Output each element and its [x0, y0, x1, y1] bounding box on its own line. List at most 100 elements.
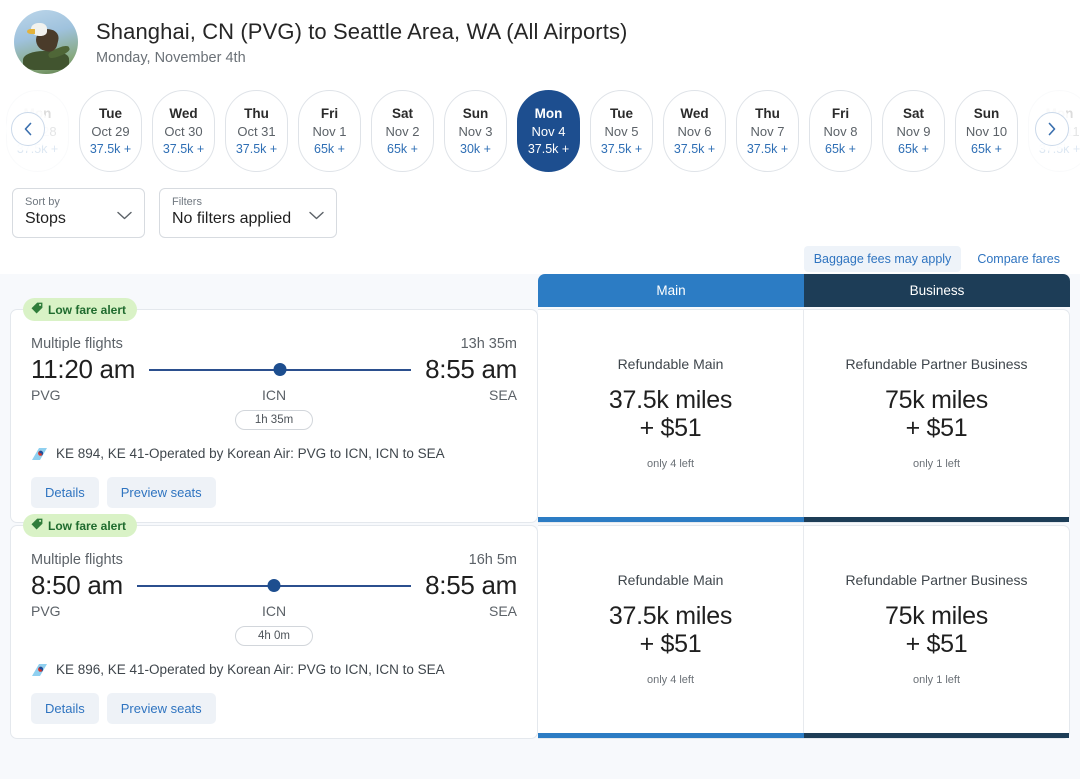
fare-option-name: Refundable Partner Business [845, 356, 1028, 372]
details-button[interactable]: Details [31, 693, 99, 724]
airport-codes: PVG ICN SEA [31, 603, 517, 619]
tag-icon [31, 302, 43, 317]
preview-seats-button[interactable]: Preview seats [106, 693, 216, 724]
origin-code: PVG [31, 603, 61, 619]
korean-air-logo-icon [31, 663, 48, 677]
fare-option-cash: + $51 [639, 630, 702, 658]
date-chip-nov-8[interactable]: Fri Nov 8 65k + [809, 90, 872, 172]
flight-card[interactable]: Low fare alert Multiple flights 13h 35m 11:… [10, 298, 538, 523]
fare-option-cash: + $51 [905, 414, 968, 442]
carousel-prev-button[interactable] [11, 112, 45, 146]
date-chip-oct-29[interactable]: Tue Oct 29 37.5k + [79, 90, 142, 172]
flight-row: Low fare alert Multiple flights 13h 35m 11:… [10, 298, 1070, 523]
page-subtitle: Monday, November 4th [96, 49, 246, 66]
date-chip-nov-1[interactable]: Fri Nov 1 65k + [298, 90, 361, 172]
flight-duration: 16h 5m [468, 552, 517, 568]
flight-topline: Multiple flights 13h 35m [31, 336, 517, 352]
low-fare-alert-text: Low fare alert [48, 302, 127, 317]
date-chip-nov-7[interactable]: Thu Nov 7 37.5k + [736, 90, 799, 172]
date-chip-day: Sat [902, 106, 924, 121]
route-bar [136, 579, 412, 592]
date-chip-nov-5[interactable]: Tue Nov 5 37.5k + [590, 90, 653, 172]
date-chip-date: Oct 31 [237, 124, 276, 139]
low-fare-alert-badge: Low fare alert [23, 514, 138, 537]
date-chip-price: 37.5k + [600, 142, 643, 156]
date-chip-day: Sat [391, 106, 413, 121]
fare-option-cell[interactable]: Refundable Main 37.5k miles + $51 only 4 le… [538, 310, 803, 522]
filters-select[interactable]: Filters No filters applied [159, 188, 337, 238]
date-chip-day: Mon [534, 106, 563, 121]
date-chip-day: Thu [755, 106, 780, 121]
date-chip-date: Oct 29 [91, 124, 130, 139]
compare-fares-link[interactable]: Compare fares [967, 246, 1070, 272]
fare-option-name: Refundable Main [617, 572, 724, 588]
fare-panel: Refundable Main 37.5k miles + $51 only 4 le… [538, 309, 1070, 523]
date-chip-price: 65k + [898, 142, 929, 156]
date-chip-date: Nov 1 [312, 124, 347, 139]
fare-option-cash: + $51 [639, 414, 702, 442]
low-fare-alert-badge: Low fare alert [23, 298, 138, 321]
sort-by-select[interactable]: Sort by Stops [12, 188, 145, 238]
fare-links-row: Baggage fees may apply Compare fares [0, 244, 1080, 274]
date-chip-day: Wed [680, 106, 709, 121]
flight-actions: Details Preview seats [31, 477, 517, 508]
date-chip-date: Nov 4 [531, 124, 566, 139]
fare-option-price: 75k miles + $51 [885, 386, 988, 442]
departure-time: 8:50 am [31, 570, 123, 600]
fare-option-cash: + $51 [905, 630, 968, 658]
page-header: Shanghai, CN (PVG) to Seattle Area, WA (… [0, 0, 1080, 82]
date-carousel: MonOct 2837.5k +TueOct 2937.5k +WedOct 3… [0, 82, 1080, 174]
flight-card[interactable]: Low fare alert Multiple flights 16h 5m 8:50… [10, 514, 538, 739]
details-button[interactable]: Details [31, 477, 99, 508]
filters-label: Filters [172, 196, 202, 208]
eagle-avatar [14, 10, 78, 74]
filters-value: No filters applied [172, 210, 292, 227]
stop-code: ICN [261, 387, 287, 403]
fare-column-business[interactable]: Business [804, 274, 1070, 307]
carousel-next-button[interactable] [1035, 112, 1069, 146]
fare-option-miles: 75k miles [885, 602, 988, 630]
date-chip-date: Nov 7 [750, 124, 785, 139]
date-chip-nov-6[interactable]: Wed Nov 6 37.5k + [663, 90, 726, 172]
carousel-strip[interactable]: MonOct 2837.5k +TueOct 2937.5k +WedOct 3… [0, 85, 1080, 177]
date-chip-oct-30[interactable]: Wed Oct 30 37.5k + [152, 90, 215, 172]
header-titles: Shanghai, CN (PVG) to Seattle Area, WA (… [96, 18, 627, 66]
fare-option-miles: 37.5k miles [608, 602, 733, 630]
fare-accent-bar [538, 517, 1069, 522]
results-area: Main Business Low fare alert Multiple fli… [0, 274, 1080, 739]
baggage-fees-link[interactable]: Baggage fees may apply [803, 246, 962, 272]
date-chip-nov-2[interactable]: Sat Nov 2 65k + [371, 90, 434, 172]
date-chip-oct-31[interactable]: Thu Oct 31 37.5k + [225, 90, 288, 172]
layover-duration-pill: 1h 35m [235, 410, 313, 430]
sort-by-label: Sort by [25, 196, 60, 208]
date-chip-price: 65k + [387, 142, 418, 156]
date-chip-day: Sun [462, 106, 489, 121]
date-chip-date: Nov 8 [823, 124, 858, 139]
date-chip-day: Sun [973, 106, 1000, 121]
fare-option-cell[interactable]: Refundable Main 37.5k miles + $51 only 4 le… [538, 526, 803, 738]
flight-duration: 13h 35m [460, 336, 517, 352]
fare-accent-main [538, 733, 804, 738]
date-chip-price: 65k + [314, 142, 345, 156]
fare-option-cell[interactable]: Refundable Partner Business 75k miles + $5… [803, 526, 1069, 738]
date-chip-nov-4[interactable]: Mon Nov 4 37.5k + [517, 90, 580, 172]
date-chip-nov-10[interactable]: Sun Nov 10 65k + [955, 90, 1018, 172]
date-chip-date: Nov 10 [965, 124, 1008, 139]
avatar-bird-beak [27, 29, 35, 34]
filters-inner: Filters No filters applied [172, 196, 291, 228]
fare-accent-business [803, 517, 1069, 522]
date-chip-price: 37.5k + [527, 142, 570, 156]
fare-column-main[interactable]: Main [538, 274, 804, 307]
fare-option-seats-left: only 1 left [912, 674, 961, 686]
flight-row: Low fare alert Multiple flights 16h 5m 8:50… [10, 514, 1070, 739]
fare-option-cell[interactable]: Refundable Partner Business 75k miles + $5… [803, 310, 1069, 522]
date-chip-nov-3[interactable]: Sun Nov 3 30k + [444, 90, 507, 172]
date-chip-price: 37.5k + [162, 142, 205, 156]
low-fare-alert-text: Low fare alert [48, 518, 127, 533]
date-chip-nov-9[interactable]: Sat Nov 9 65k + [882, 90, 945, 172]
preview-seats-button[interactable]: Preview seats [106, 477, 216, 508]
fare-option-seats-left: only 1 left [912, 458, 961, 470]
stop-dot-icon [273, 363, 287, 376]
route-bar [149, 363, 412, 376]
destination-code: SEA [488, 387, 517, 403]
